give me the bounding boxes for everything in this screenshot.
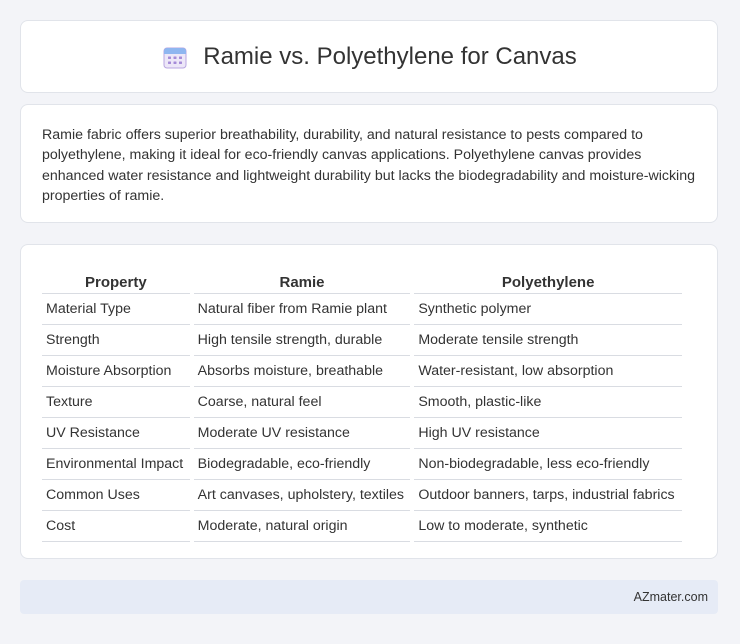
footer: AZmater.com <box>20 580 718 614</box>
table-row: Texture Coarse, natural feel Smooth, pla… <box>42 387 682 418</box>
table-cell: Moderate UV resistance <box>193 418 411 449</box>
table-cell: Coarse, natural feel <box>193 387 411 418</box>
table-header-row: Property Ramie Polyethylene <box>42 265 682 294</box>
column-header-polyethylene: Polyethylene <box>414 265 682 294</box>
table-cell: Outdoor banners, tarps, industrial fabri… <box>414 480 682 511</box>
table-cell: Natural fiber from Ramie plant <box>193 294 411 325</box>
table-cell: High UV resistance <box>414 418 682 449</box>
table-row: Moisture Absorption Absorbs moisture, br… <box>42 356 682 387</box>
table-row: Cost Moderate, natural origin Low to mod… <box>42 511 682 542</box>
intro-text: Ramie fabric offers superior breathabili… <box>42 127 695 204</box>
page-title: Ramie vs. Polyethylene for Canvas <box>203 42 577 70</box>
table-row: Strength High tensile strength, durable … <box>42 325 682 356</box>
table-cell: Low to moderate, synthetic <box>414 511 682 542</box>
table-cell: Texture <box>42 387 190 418</box>
table-cell: Water-resistant, low absorption <box>414 356 682 387</box>
table-row: Material Type Natural fiber from Ramie p… <box>42 294 682 325</box>
table-cell: Moderate tensile strength <box>414 325 682 356</box>
column-header-ramie: Ramie <box>193 265 411 294</box>
table-cell: Environmental Impact <box>42 449 190 480</box>
table-cell: Moisture Absorption <box>42 356 190 387</box>
table-row: Common Uses Art canvases, upholstery, te… <box>42 480 682 511</box>
table-cell: Common Uses <box>42 480 190 511</box>
table-cell: Art canvases, upholstery, textiles <box>193 480 411 511</box>
table-cell: High tensile strength, durable <box>193 325 411 356</box>
calendar-icon <box>161 43 189 71</box>
table-cell: Cost <box>42 511 190 542</box>
intro-card: Ramie fabric offers superior breathabili… <box>20 104 718 223</box>
table-cell: Biodegradable, eco-friendly <box>193 449 411 480</box>
table-row: UV Resistance Moderate UV resistance Hig… <box>42 418 682 449</box>
table-cell: Smooth, plastic-like <box>414 387 682 418</box>
comparison-table: Property Ramie Polyethylene Material Typ… <box>38 265 686 542</box>
table-cell: Material Type <box>42 294 190 325</box>
table-cell: Moderate, natural origin <box>193 511 411 542</box>
table-cell: Synthetic polymer <box>414 294 682 325</box>
column-header-property: Property <box>42 265 190 294</box>
table-row: Environmental Impact Biodegradable, eco-… <box>42 449 682 480</box>
table-cell: UV Resistance <box>42 418 190 449</box>
comparison-table-card: Property Ramie Polyethylene Material Typ… <box>20 244 718 559</box>
title-wrap: Ramie vs. Polyethylene for Canvas <box>161 43 577 71</box>
table-cell: Non-biodegradable, less eco-friendly <box>414 449 682 480</box>
table-cell: Strength <box>42 325 190 356</box>
title-card: Ramie vs. Polyethylene for Canvas <box>20 20 718 93</box>
table-cell: Absorbs moisture, breathable <box>193 356 411 387</box>
footer-site-label: AZmater.com <box>633 590 708 604</box>
